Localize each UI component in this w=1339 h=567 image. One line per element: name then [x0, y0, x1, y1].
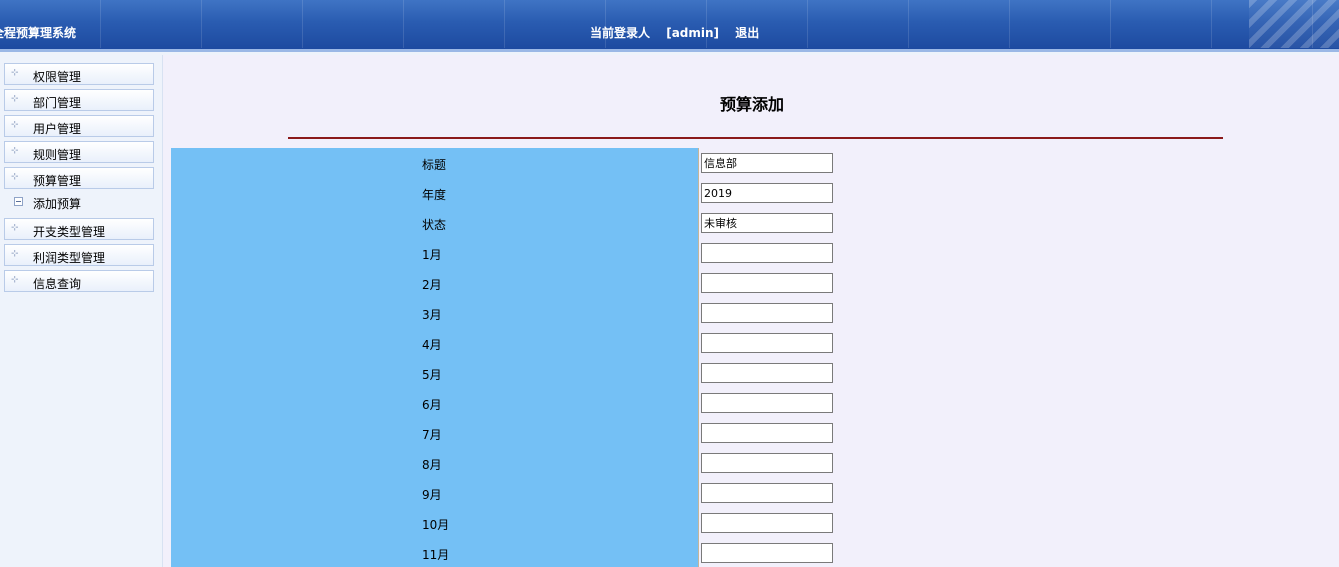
field-label: 4月 — [422, 338, 442, 352]
expand-icon: ⊹ — [11, 68, 19, 78]
login-username: [admin] — [666, 26, 720, 40]
login-info: 当前登录人 [admin] 退出 — [590, 24, 765, 41]
form-row-month-8: 8月 — [171, 448, 1339, 478]
expand-icon: ⊹ — [11, 275, 19, 285]
sidebar-item-info-query[interactable]: ⊹ 信息查询 — [4, 270, 154, 292]
month-7-field[interactable] — [701, 423, 833, 443]
year-field[interactable] — [701, 183, 833, 203]
month-5-field[interactable] — [701, 363, 833, 383]
field-label: 标题 — [422, 158, 447, 172]
sidebar: ⊹ 权限管理 ⊹ 部门管理 ⊹ 用户管理 ⊹ 规则管理 ⊹ 预算管理 添加预算 … — [0, 55, 163, 567]
expand-icon: ⊹ — [11, 146, 19, 156]
form-row-month-3: 3月 — [171, 298, 1339, 328]
month-4-field[interactable] — [701, 333, 833, 353]
form-row-title: 标题 — [171, 148, 1339, 178]
expand-icon: ⊹ — [11, 172, 19, 182]
sidebar-item-label: 预算管理 — [33, 174, 82, 188]
sidebar-item-label: 用户管理 — [33, 122, 82, 136]
collapse-icon — [14, 197, 23, 206]
form-row-status: 状态 — [171, 208, 1339, 238]
field-label: 9月 — [422, 488, 442, 502]
field-label: 状态 — [422, 218, 447, 232]
month-11-field[interactable] — [701, 543, 833, 563]
sidebar-item-label: 利润类型管理 — [33, 251, 106, 265]
form-row-year: 年度 — [171, 178, 1339, 208]
expand-icon: ⊹ — [11, 223, 19, 233]
form-row-month-1: 1月 — [171, 238, 1339, 268]
expand-icon: ⊹ — [11, 249, 19, 259]
form-row-month-4: 4月 — [171, 328, 1339, 358]
sidebar-item-label: 规则管理 — [33, 148, 82, 162]
month-8-field[interactable] — [701, 453, 833, 473]
month-3-field[interactable] — [701, 303, 833, 323]
sidebar-item-label: 添加预算 — [33, 197, 82, 211]
form-row-month-5: 5月 — [171, 358, 1339, 388]
sidebar-item-user[interactable]: ⊹ 用户管理 — [4, 115, 154, 137]
top-header: 全程预算理系统 当前登录人 [admin] 退出 — [0, 0, 1339, 52]
month-2-field[interactable] — [701, 273, 833, 293]
field-label: 10月 — [422, 518, 450, 532]
field-label: 年度 — [422, 188, 447, 202]
field-label: 1月 — [422, 248, 442, 262]
sidebar-item-label: 信息查询 — [33, 277, 82, 291]
field-label: 5月 — [422, 368, 442, 382]
month-6-field[interactable] — [701, 393, 833, 413]
login-prefix: 当前登录人 — [590, 26, 651, 40]
expand-icon: ⊹ — [11, 120, 19, 130]
form-row-month-7: 7月 — [171, 418, 1339, 448]
sidebar-item-profit-type[interactable]: ⊹ 利润类型管理 — [4, 244, 154, 266]
form-row-month-10: 10月 — [171, 508, 1339, 538]
month-10-field[interactable] — [701, 513, 833, 533]
month-1-field[interactable] — [701, 243, 833, 263]
field-label: 2月 — [422, 278, 442, 292]
sidebar-subitem-add-budget[interactable]: 添加预算 — [4, 192, 154, 214]
page-title: 预算添加 — [720, 95, 785, 114]
sidebar-item-expense-type[interactable]: ⊹ 开支类型管理 — [4, 218, 154, 240]
system-title: 全程预算理系统 — [0, 26, 77, 40]
sidebar-item-permission[interactable]: ⊹ 权限管理 — [4, 63, 154, 85]
header-corner-graphic — [1249, 0, 1339, 48]
form-row-month-11: 11月 — [171, 538, 1339, 567]
sidebar-item-label: 权限管理 — [33, 70, 82, 84]
main-content: 预算添加 标题 年度 状态 1月 2月 3月 4月 — [163, 55, 1339, 567]
title-field[interactable] — [701, 153, 833, 173]
field-label: 3月 — [422, 308, 442, 322]
sidebar-item-label: 开支类型管理 — [33, 225, 106, 239]
expand-icon: ⊹ — [11, 94, 19, 104]
field-label: 11月 — [422, 548, 450, 562]
month-9-field[interactable] — [701, 483, 833, 503]
field-label: 6月 — [422, 398, 442, 412]
form-row-month-6: 6月 — [171, 388, 1339, 418]
title-divider — [288, 137, 1223, 139]
status-field[interactable] — [701, 213, 833, 233]
sidebar-item-department[interactable]: ⊹ 部门管理 — [4, 89, 154, 111]
field-label: 7月 — [422, 428, 442, 442]
sidebar-item-budget[interactable]: ⊹ 预算管理 — [4, 167, 154, 189]
logout-link[interactable]: 退出 — [735, 26, 759, 40]
form-row-month-9: 9月 — [171, 478, 1339, 508]
field-label: 8月 — [422, 458, 442, 472]
sidebar-item-rules[interactable]: ⊹ 规则管理 — [4, 141, 154, 163]
form-row-month-2: 2月 — [171, 268, 1339, 298]
sidebar-item-label: 部门管理 — [33, 96, 82, 110]
